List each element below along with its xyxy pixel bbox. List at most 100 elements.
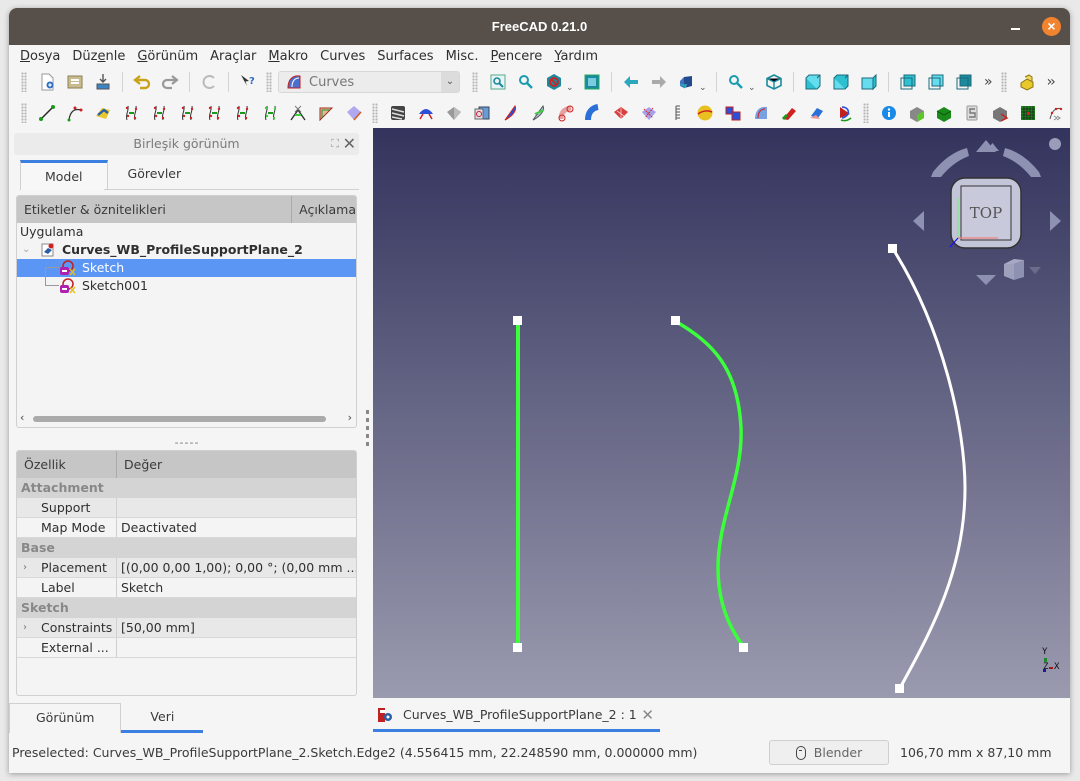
viewport-canvas[interactable]: TOP Y Z X <box>373 128 1070 698</box>
sketch-edge-arc[interactable] <box>891 248 967 689</box>
blend-curve-2-icon[interactable] <box>148 102 170 124</box>
forward-view-nav-icon[interactable] <box>648 71 670 93</box>
toolbar-grip[interactable] <box>372 103 379 123</box>
nav-cube-menu-icon[interactable] <box>1029 267 1041 274</box>
toolbar-grip[interactable] <box>21 103 27 123</box>
property-row[interactable]: Label Sketch <box>17 578 356 598</box>
blend-curve-4-icon[interactable] <box>204 102 226 124</box>
blend-curve-1-icon[interactable] <box>120 102 142 124</box>
fit-selection-icon[interactable] <box>515 71 537 93</box>
left-view-icon[interactable] <box>953 71 975 93</box>
surface-patch-icon[interactable] <box>343 102 365 124</box>
top-view-icon[interactable] <box>830 71 852 93</box>
tree-item-sketch[interactable]: Sketch <box>17 259 356 277</box>
toolbar-overflow-button[interactable]: » <box>984 74 992 90</box>
comb-icon[interactable] <box>666 102 688 124</box>
menu-yard-m[interactable]: Yardım <box>554 49 598 64</box>
save-icon[interactable] <box>92 71 114 93</box>
expand-icon[interactable]: › <box>23 558 27 577</box>
mixed-curve-icon[interactable] <box>906 102 928 124</box>
sphere-icon[interactable] <box>694 102 716 124</box>
undo-icon[interactable] <box>131 71 153 93</box>
property-group-attachment[interactable]: Attachment <box>17 478 356 498</box>
tree-item-sketch001[interactable]: Sketch001 <box>17 268 356 295</box>
menu-surfaces[interactable]: Surfaces <box>377 49 433 64</box>
draw-style-icon[interactable] <box>543 71 565 93</box>
property-value[interactable] <box>117 638 356 657</box>
vertex-point[interactable] <box>513 643 522 652</box>
zoom-icon[interactable] <box>725 71 747 93</box>
join-curves-icon[interactable] <box>287 102 309 124</box>
menu-curves[interactable]: Curves <box>320 49 365 64</box>
tab-tasks[interactable]: Görevler <box>108 160 202 190</box>
tree-column-labels[interactable]: Etiketler & öznitelikleri <box>17 196 293 223</box>
property-row[interactable]: Support <box>17 498 356 518</box>
open-icon[interactable] <box>64 71 86 93</box>
nav-cube-small-icon[interactable] <box>1004 264 1014 280</box>
split-icon[interactable] <box>722 102 744 124</box>
vertex-point[interactable] <box>895 684 904 693</box>
sketch-clip-icon[interactable] <box>961 102 983 124</box>
fit-all-icon[interactable] <box>487 71 509 93</box>
menu-dosya[interactable]: Dosya <box>20 49 60 64</box>
close-tab-icon[interactable]: ✕ <box>641 706 654 724</box>
tab-data[interactable]: Veri <box>121 703 204 733</box>
property-row[interactable]: External ... <box>17 638 356 658</box>
nav-arrow-right-icon[interactable] <box>1050 211 1061 231</box>
blend-curve-5-icon[interactable] <box>231 102 253 124</box>
panel-splitter[interactable]: ----- <box>167 436 207 449</box>
right-view-icon[interactable] <box>858 71 880 93</box>
nav-rotate-cw-icon[interactable] <box>1003 148 1041 177</box>
back-view-nav-icon[interactable] <box>620 71 642 93</box>
property-row[interactable]: › Placement [(0,00 0,00 1,00); 0,00 °; (0,… <box>17 558 356 578</box>
toolbar-grip[interactable] <box>862 103 869 123</box>
toolbar-overflow-button-2[interactable]: ›› <box>1047 74 1056 90</box>
grid-icon[interactable] <box>1017 102 1039 124</box>
gordon-surface-icon[interactable] <box>92 102 114 124</box>
3d-viewport[interactable]: TOP Y Z X <box>373 128 1070 698</box>
bspline-icon[interactable] <box>64 102 86 124</box>
trim-face-icon[interactable] <box>315 102 337 124</box>
pipe-shell-icon[interactable] <box>555 102 577 124</box>
isocurve-icon[interactable] <box>638 102 660 124</box>
vertical-splitter-handle[interactable] <box>366 410 369 450</box>
nav-rotate-ccw-icon[interactable] <box>931 148 969 177</box>
sweep-icon[interactable] <box>582 102 604 124</box>
close-icon[interactable]: ✕ <box>343 133 356 155</box>
menu-pencere[interactable]: Pencere <box>490 49 542 64</box>
part-macro-icon[interactable] <box>1016 71 1038 93</box>
face-cut-icon[interactable] <box>527 102 549 124</box>
blend-curve-3-icon[interactable] <box>176 102 198 124</box>
rear-view-icon[interactable] <box>897 71 919 93</box>
navigation-style-button[interactable]: Blender <box>769 740 889 765</box>
property-value[interactable]: Deactivated <box>117 518 356 537</box>
blend-surface-icon[interactable] <box>415 102 437 124</box>
expand-icon[interactable]: › <box>23 618 27 637</box>
zebra-icon[interactable] <box>387 102 409 124</box>
property-row[interactable]: Map Mode Deactivated <box>17 518 356 538</box>
green-box-icon[interactable] <box>934 102 956 124</box>
property-column-name[interactable]: Özellik <box>17 451 117 478</box>
property-row[interactable]: › Constraints [50,00 mm] <box>17 618 356 638</box>
rotation-sweep-icon[interactable] <box>834 102 856 124</box>
gray-surface-icon[interactable] <box>443 102 465 124</box>
front-view-icon[interactable] <box>802 71 824 93</box>
new-document-icon[interactable] <box>36 71 58 93</box>
info-icon[interactable] <box>878 102 900 124</box>
property-value[interactable]: Sketch <box>117 578 356 597</box>
property-group-base[interactable]: Base <box>17 538 356 558</box>
menu-d-zenle[interactable]: Düzenle <box>72 49 125 64</box>
refresh-icon[interactable] <box>198 71 220 93</box>
menu-g-r-n-m[interactable]: Görünüm <box>137 49 198 64</box>
menu-ara-lar[interactable]: Araçlar <box>210 49 256 64</box>
line-icon[interactable] <box>36 102 58 124</box>
vertex-point[interactable] <box>888 244 897 253</box>
nav-arrow-down-icon[interactable] <box>976 275 996 285</box>
bottom-view-icon[interactable] <box>925 71 947 93</box>
vertex-point[interactable] <box>739 643 748 652</box>
zoom-dropdown[interactable]: ⌄ <box>748 83 756 97</box>
std-views-group-icon[interactable] <box>676 71 698 93</box>
blend-curve-6-icon[interactable] <box>259 102 281 124</box>
flatten-icon[interactable] <box>806 102 828 124</box>
menu-makro[interactable]: Makro <box>268 49 308 64</box>
